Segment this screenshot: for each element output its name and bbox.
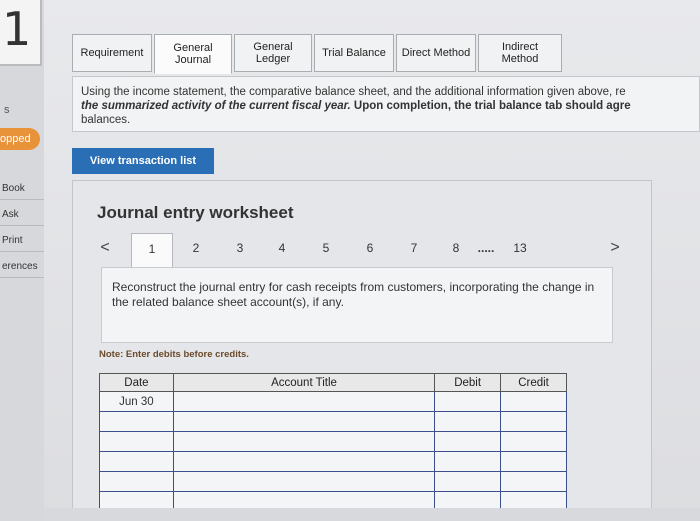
account-title-cell[interactable] bbox=[172, 431, 436, 452]
question-number: 1 bbox=[0, 0, 42, 66]
page-13[interactable]: 13 bbox=[505, 233, 535, 263]
col-header-debit: Debit bbox=[434, 373, 502, 392]
tab-direct-method[interactable]: Direct Method bbox=[396, 34, 476, 72]
debit-cell[interactable] bbox=[434, 391, 502, 412]
table-row: Jun 30 bbox=[99, 391, 567, 412]
account-title-cell[interactable] bbox=[172, 471, 436, 492]
tab-indirect-method[interactable]: Indirect Method bbox=[478, 34, 562, 72]
instructions-line-2: the summarized activity of the current f… bbox=[81, 99, 691, 113]
credit-cell[interactable] bbox=[500, 451, 567, 472]
debit-cell[interactable] bbox=[434, 411, 502, 432]
date-cell[interactable]: Jun 30 bbox=[99, 391, 174, 412]
tab-trial-balance[interactable]: Trial Balance bbox=[314, 34, 394, 72]
credit-cell[interactable] bbox=[500, 391, 567, 412]
tab-general-ledger[interactable]: General Ledger bbox=[234, 34, 312, 72]
page-ellipsis: ..... bbox=[477, 241, 495, 255]
account-title-cell[interactable] bbox=[172, 451, 436, 472]
page-1[interactable]: 1 bbox=[131, 233, 173, 269]
credit-cell[interactable] bbox=[500, 431, 567, 452]
sidebar-link-print[interactable]: Print bbox=[0, 230, 44, 252]
worksheet-pager: < 1 2 3 4 5 6 7 8 ..... 13 > bbox=[97, 233, 637, 269]
debit-cell[interactable] bbox=[434, 431, 502, 452]
instructions-line-3: balances. bbox=[81, 114, 131, 126]
sidebar-link-book[interactable]: Book bbox=[0, 178, 44, 200]
instructions-emphasis: the summarized activity of the current f… bbox=[81, 100, 351, 112]
journal-entry-table: Date Account Title Debit Credit Jun 30 bbox=[99, 373, 567, 512]
date-cell[interactable] bbox=[99, 471, 174, 492]
tab-general-journal[interactable]: General Journal bbox=[154, 34, 232, 74]
main-panel: Requirement General Journal General Ledg… bbox=[44, 0, 700, 521]
tab-requirement[interactable]: Requirement bbox=[72, 34, 152, 72]
page-2[interactable]: 2 bbox=[181, 233, 211, 263]
next-arrow-icon[interactable]: > bbox=[607, 233, 623, 263]
journal-entry-worksheet: Journal entry worksheet < 1 2 3 4 5 6 7 … bbox=[72, 180, 652, 515]
note-label: Note: bbox=[99, 349, 124, 360]
debit-cell[interactable] bbox=[434, 471, 502, 492]
worksheet-title: Journal entry worksheet bbox=[97, 203, 294, 222]
tab-bar: Requirement General Journal General Ledg… bbox=[72, 34, 564, 74]
date-cell[interactable] bbox=[99, 411, 174, 432]
left-sidebar: 1 s opped Book Ask Print erences bbox=[0, 0, 44, 521]
sidebar-fragment: s bbox=[4, 104, 10, 116]
credit-cell[interactable] bbox=[500, 411, 567, 432]
table-row bbox=[99, 411, 567, 432]
page-5[interactable]: 5 bbox=[311, 233, 341, 263]
col-header-date: Date bbox=[99, 373, 174, 392]
prev-arrow-icon[interactable]: < bbox=[97, 233, 113, 263]
credit-cell[interactable] bbox=[500, 471, 567, 492]
entry-note: Note: Enter debits before credits. bbox=[99, 349, 249, 360]
instructions-box: Using the income statement, the comparat… bbox=[72, 76, 700, 132]
table-row bbox=[99, 451, 567, 472]
page-8[interactable]: 8 bbox=[441, 233, 471, 263]
table-row bbox=[99, 471, 567, 492]
table-header-row: Date Account Title Debit Credit bbox=[99, 373, 567, 392]
date-cell[interactable] bbox=[99, 431, 174, 452]
note-text: Enter debits before credits. bbox=[123, 349, 249, 360]
page-6[interactable]: 6 bbox=[355, 233, 385, 263]
date-cell[interactable] bbox=[99, 451, 174, 472]
col-header-credit: Credit bbox=[500, 373, 567, 392]
entry-description: Reconstruct the journal entry for cash r… bbox=[101, 267, 613, 343]
page-3[interactable]: 3 bbox=[225, 233, 255, 263]
debit-cell[interactable] bbox=[434, 451, 502, 472]
bottom-edge bbox=[44, 508, 700, 521]
view-transaction-list-button[interactable]: View transaction list bbox=[72, 148, 214, 174]
account-title-cell[interactable] bbox=[172, 391, 436, 412]
status-badge: opped bbox=[0, 128, 40, 150]
table-row bbox=[99, 431, 567, 452]
page-7[interactable]: 7 bbox=[399, 233, 429, 263]
instructions-line-1: Using the income statement, the comparat… bbox=[81, 86, 626, 98]
sidebar-link-references[interactable]: erences bbox=[0, 256, 44, 278]
account-title-cell[interactable] bbox=[172, 411, 436, 432]
col-header-account-title: Account Title bbox=[172, 373, 436, 392]
instructions-bold: Upon completion, the trial balance tab s… bbox=[350, 100, 631, 112]
page-4[interactable]: 4 bbox=[267, 233, 297, 263]
sidebar-link-ask[interactable]: Ask bbox=[0, 204, 44, 226]
